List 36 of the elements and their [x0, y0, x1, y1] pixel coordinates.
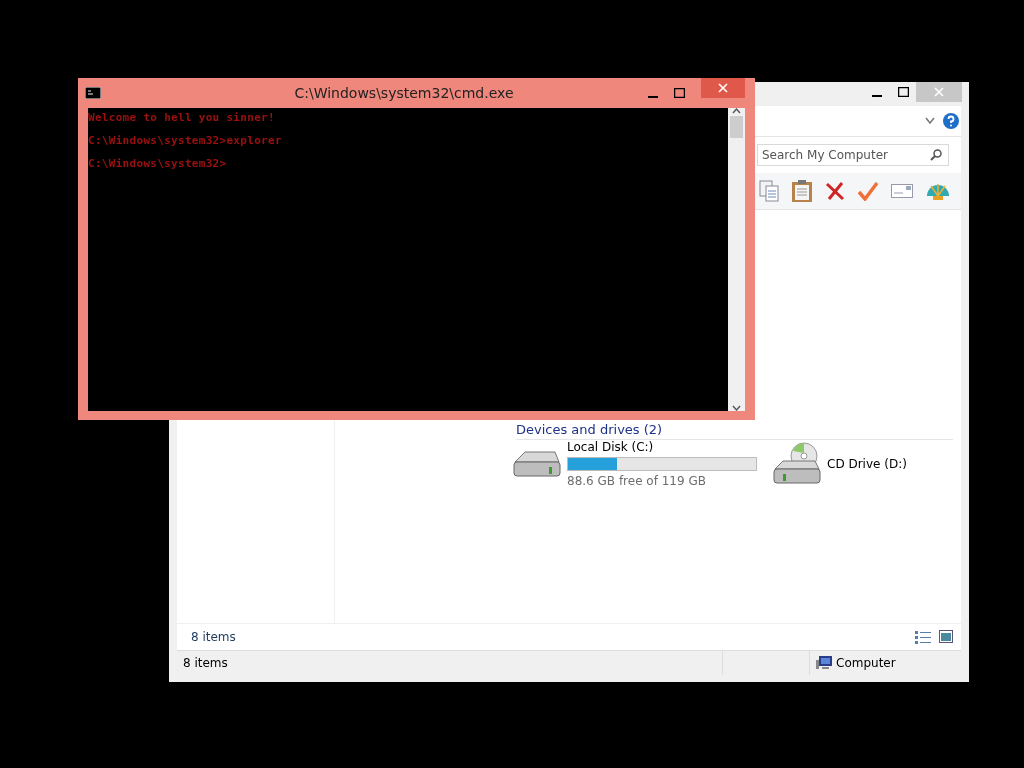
scrollbar-thumb[interactable]	[730, 116, 743, 138]
console-line: Welcome to hell you sinner!	[88, 111, 276, 124]
clipboard-icon[interactable]	[791, 179, 813, 203]
free-space-text: 88.6 GB free of 119 GB	[567, 474, 707, 488]
close-button[interactable]	[701, 78, 745, 98]
drive-name[interactable]: CD Drive (D:)	[827, 457, 907, 471]
search-icon	[930, 149, 942, 161]
console-line: C:\Windows\system32>explorer	[88, 134, 283, 147]
computer-icon	[816, 656, 832, 670]
thumbnail-view-icon[interactable]	[939, 630, 953, 643]
help-icon[interactable]	[943, 113, 959, 129]
minimize-icon	[872, 94, 882, 97]
scroll-down-icon	[732, 405, 741, 411]
chevron-down-icon[interactable]	[925, 117, 935, 125]
maximize-icon	[673, 88, 685, 98]
status-item-count: 8 items	[183, 656, 228, 670]
checkmark-icon[interactable]	[857, 181, 879, 201]
close-icon	[934, 87, 944, 97]
section-header: Devices and drives (2)	[516, 422, 953, 440]
maximize-icon	[897, 87, 909, 97]
delete-icon[interactable]	[825, 181, 845, 201]
copy-icon[interactable]	[759, 180, 779, 202]
scroll-up-icon	[732, 108, 741, 114]
console-icon	[85, 87, 101, 99]
scrollbar[interactable]	[728, 108, 745, 411]
details-view-icon[interactable]	[915, 630, 931, 644]
console-line: C:\Windows\system32>	[88, 157, 228, 170]
minimize-icon	[648, 95, 658, 98]
envelope-icon[interactable]	[891, 183, 913, 199]
search-field[interactable]: Search My Computer	[757, 144, 949, 166]
drive-name[interactable]: Local Disk (C:)	[567, 440, 757, 454]
close-icon	[718, 83, 728, 93]
window-title: C:\Windows\system32\cmd.exe	[293, 85, 515, 101]
item-count: 8 items	[191, 630, 236, 644]
cd-drive-icon	[771, 441, 821, 487]
location-label: Computer	[836, 656, 896, 670]
